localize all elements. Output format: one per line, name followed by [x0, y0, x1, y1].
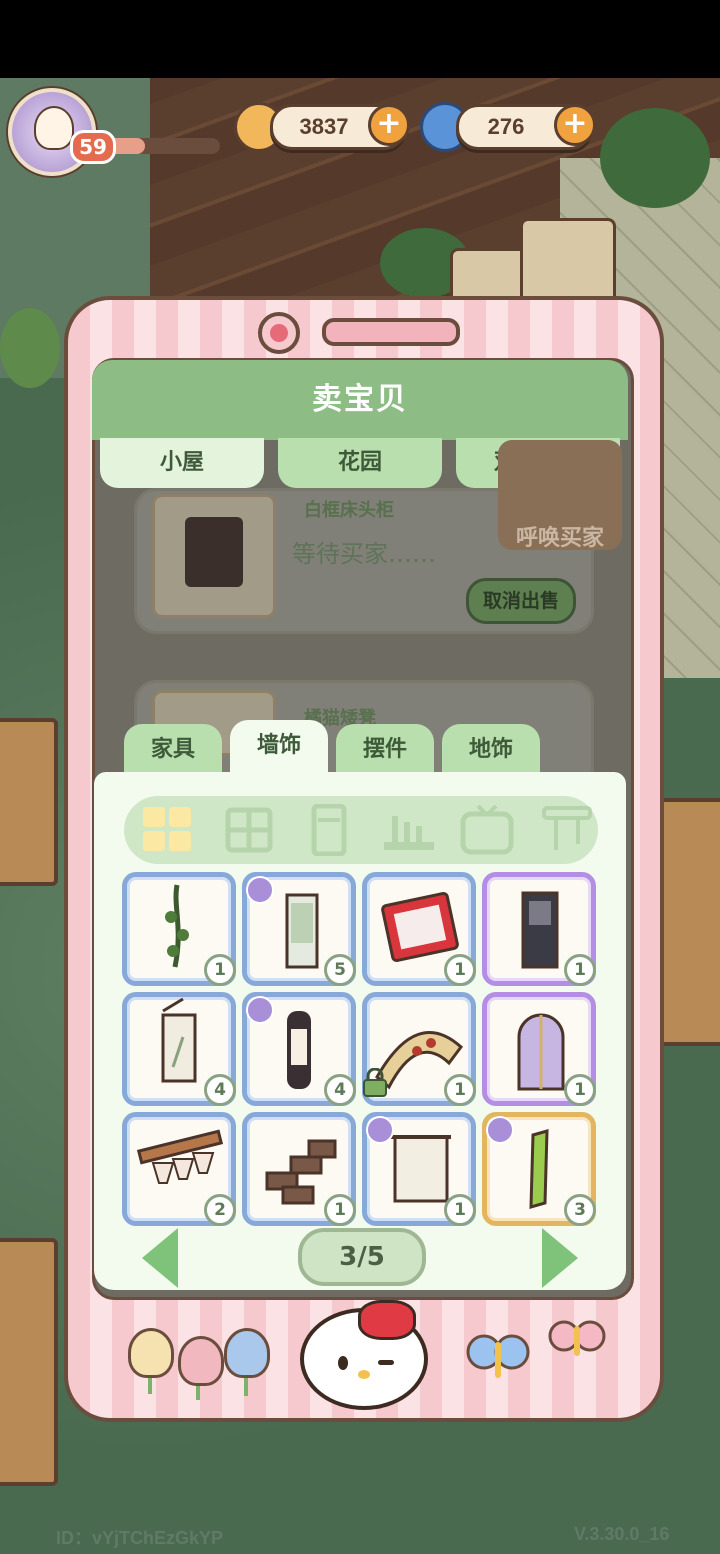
- next-page-button[interactable]: [542, 1228, 578, 1288]
- tab-furniture[interactable]: 家具: [124, 724, 222, 776]
- item-count: 1: [204, 954, 236, 986]
- item-count: 2: [204, 1194, 236, 1226]
- coin-amount: 3837: [299, 114, 349, 139]
- tall-plant: [600, 108, 710, 208]
- tab-wall-decor[interactable]: 墙饰: [230, 720, 328, 776]
- xp-bar: [104, 138, 220, 154]
- nightstand-thumbnail: [152, 494, 276, 618]
- item-count: 1: [444, 1194, 476, 1226]
- camera-lens-icon: [270, 324, 288, 342]
- sell-tag-icon: [246, 876, 274, 904]
- version-label: V.3.30.0_16: [574, 1524, 670, 1544]
- gem-amount: 276: [487, 114, 525, 139]
- sell-tag-icon: [486, 1116, 514, 1144]
- kitty-eye-icon: [338, 1356, 348, 1370]
- wood-bench: [0, 718, 58, 886]
- lock-icon: [362, 1067, 388, 1098]
- tab-floor-decor[interactable]: 地饰: [442, 724, 540, 776]
- nightstand-icon: [185, 517, 243, 587]
- window-icon[interactable]: [222, 804, 276, 856]
- door-icon[interactable]: [302, 803, 356, 857]
- speaker-icon: [322, 318, 460, 346]
- item-count: 1: [444, 1074, 476, 1106]
- kitty-wink-icon: [378, 1360, 394, 1365]
- kitty-nose-icon: [358, 1370, 370, 1379]
- level-badge: 59: [70, 130, 116, 164]
- summon-buyer-label: 呼唤买家: [515, 526, 604, 551]
- prev-page-button[interactable]: [142, 1228, 178, 1288]
- tab-garden[interactable]: 花园: [278, 438, 442, 488]
- item-count: 3: [564, 1194, 596, 1226]
- add-gems-button[interactable]: +: [554, 104, 596, 146]
- listing-status: 等待买家……: [292, 540, 436, 568]
- item-count: 1: [564, 954, 596, 986]
- avatar-icon: [34, 106, 74, 150]
- wood-post: [0, 1238, 58, 1486]
- item-count: 1: [444, 954, 476, 986]
- tulip-icon: [178, 1336, 224, 1386]
- red-bow-icon: [358, 1300, 416, 1340]
- add-coins-button[interactable]: +: [368, 104, 410, 146]
- item-count: 1: [564, 1074, 596, 1106]
- pink-butterfly-icon: [546, 1314, 610, 1368]
- hook-icon[interactable]: [540, 804, 594, 856]
- subcategory-bar: [124, 796, 598, 864]
- sell-tag-icon: [366, 1116, 394, 1144]
- tulip-icon: [128, 1328, 174, 1378]
- tab-ornaments[interactable]: 摆件: [336, 724, 434, 776]
- tulip-icon: [224, 1328, 270, 1378]
- hanging-plant: [0, 308, 60, 388]
- item-count: 5: [324, 954, 356, 986]
- page-indicator: 3/5: [298, 1228, 426, 1286]
- item-count: 1: [324, 1194, 356, 1226]
- item-count: 4: [204, 1074, 236, 1106]
- grid-all-icon[interactable]: [140, 804, 194, 856]
- cancel-sale-button[interactable]: 取消出售: [466, 578, 576, 624]
- listing-name: 白框床头柜: [304, 500, 394, 521]
- player-id: ID：vYjTChEzGkYP: [56, 1528, 224, 1548]
- sell-tag-icon: [246, 996, 274, 1024]
- blue-butterfly-icon: [466, 1332, 530, 1386]
- status-bar: [0, 0, 720, 78]
- tab-cabin[interactable]: 小屋: [100, 438, 264, 488]
- tv-icon[interactable]: [460, 804, 514, 856]
- shelf-icon[interactable]: [382, 804, 436, 856]
- item-count: 4: [324, 1074, 356, 1106]
- page-title: 卖宝贝: [312, 382, 408, 417]
